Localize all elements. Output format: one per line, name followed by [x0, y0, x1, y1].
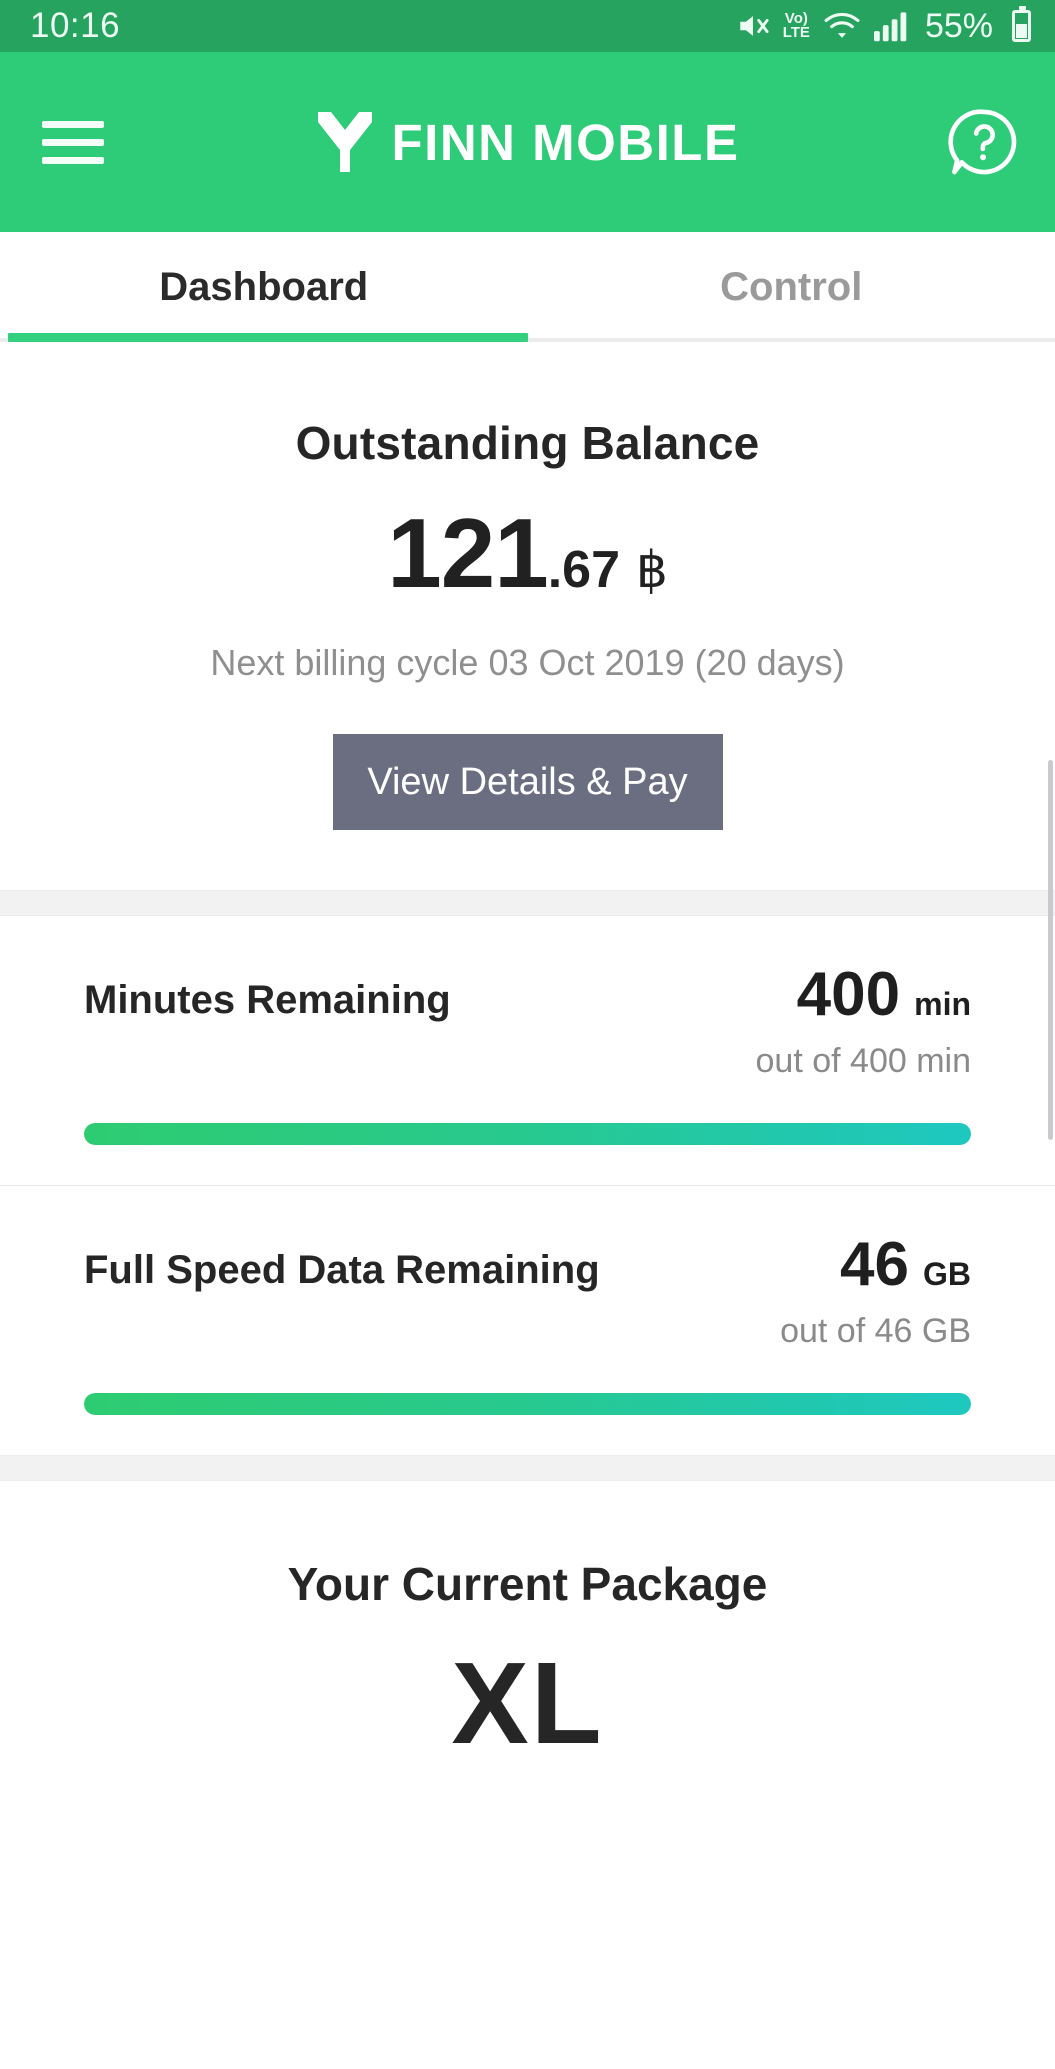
package-title: Your Current Package	[287, 1558, 768, 1610]
usage-row-minutes: Minutes Remaining 400 min out of 400 min	[0, 916, 1055, 1185]
usage-card: Minutes Remaining 400 min out of 400 min…	[0, 916, 1055, 1455]
app-brand: FINN MOBILE	[0, 110, 1055, 174]
package-name: XL	[451, 1638, 604, 1768]
balance-title: Outstanding Balance	[295, 417, 760, 469]
tab-active-indicator	[8, 333, 528, 342]
balance-amount-decimal: .67	[547, 541, 620, 599]
data-progress-fill	[84, 1393, 971, 1415]
data-value: 46	[840, 1230, 909, 1299]
battery-icon	[1012, 6, 1031, 42]
usage-row-data: Full Speed Data Remaining 46 GB out of 4…	[0, 1185, 1055, 1455]
volte-icon: Vo) LTE	[782, 9, 810, 41]
app-bar: FINN MOBILE	[0, 52, 1055, 232]
finn-logo-icon	[316, 110, 374, 174]
minutes-total: out of 400 min	[755, 1042, 971, 1080]
minutes-value: 400	[796, 960, 901, 1029]
data-remaining-label: Full Speed Data Remaining	[84, 1248, 600, 1292]
help-question-icon[interactable]	[947, 105, 1021, 179]
phone-screen: 10:16 Vo) LTE 55% FINN MOBILE Dashboard …	[0, 0, 1055, 2069]
wifi-icon	[823, 10, 861, 42]
outstanding-balance-card: Outstanding Balance 121 .67 ฿ Next billi…	[0, 342, 1055, 890]
page-scrollbar[interactable]	[1048, 760, 1053, 1140]
currency-symbol: ฿	[636, 542, 668, 598]
hamburger-menu-icon[interactable]	[42, 120, 104, 164]
data-values: 46 GB out of 46 GB	[780, 1234, 971, 1351]
balance-amount: 121 .67 ฿	[0, 504, 1055, 602]
status-bar-icons: Vo) LTE 55%	[736, 6, 1031, 46]
usage-row-header: Full Speed Data Remaining 46 GB out of 4…	[84, 1234, 971, 1351]
section-divider	[0, 1455, 1055, 1481]
tab-control-label: Control	[720, 264, 863, 309]
current-package-card: Your Current Package XL	[0, 1481, 1055, 1761]
usage-row-header: Minutes Remaining 400 min out of 400 min	[84, 964, 971, 1081]
tab-control[interactable]: Control	[528, 232, 1055, 342]
data-main-value: 46 GB	[780, 1234, 971, 1296]
tab-bar: Dashboard Control	[0, 232, 1055, 342]
status-bar: 10:16 Vo) LTE 55%	[0, 0, 1055, 52]
data-total: out of 46 GB	[780, 1312, 971, 1350]
view-details-pay-button[interactable]: View Details & Pay	[332, 734, 723, 830]
battery-percent-label: 55%	[924, 6, 993, 45]
data-progress-track	[84, 1393, 971, 1415]
mute-icon	[736, 9, 770, 43]
minutes-unit: min	[914, 986, 971, 1022]
status-bar-clock: 10:16	[30, 6, 121, 45]
balance-amount-integer: 121	[387, 498, 549, 608]
tab-dashboard[interactable]: Dashboard	[0, 232, 528, 342]
minutes-remaining-label: Minutes Remaining	[84, 978, 451, 1022]
data-unit: GB	[923, 1256, 971, 1292]
tab-dashboard-label: Dashboard	[159, 264, 369, 309]
signal-icon	[873, 10, 908, 42]
minutes-values: 400 min out of 400 min	[756, 964, 971, 1081]
section-divider	[0, 890, 1055, 916]
next-billing-cycle-text: Next billing cycle 03 Oct 2019 (20 days)	[210, 642, 845, 683]
minutes-progress-track	[84, 1123, 971, 1145]
app-title: FINN MOBILE	[391, 113, 740, 171]
minutes-progress-fill	[84, 1123, 971, 1145]
minutes-main-value: 400 min	[756, 964, 971, 1026]
